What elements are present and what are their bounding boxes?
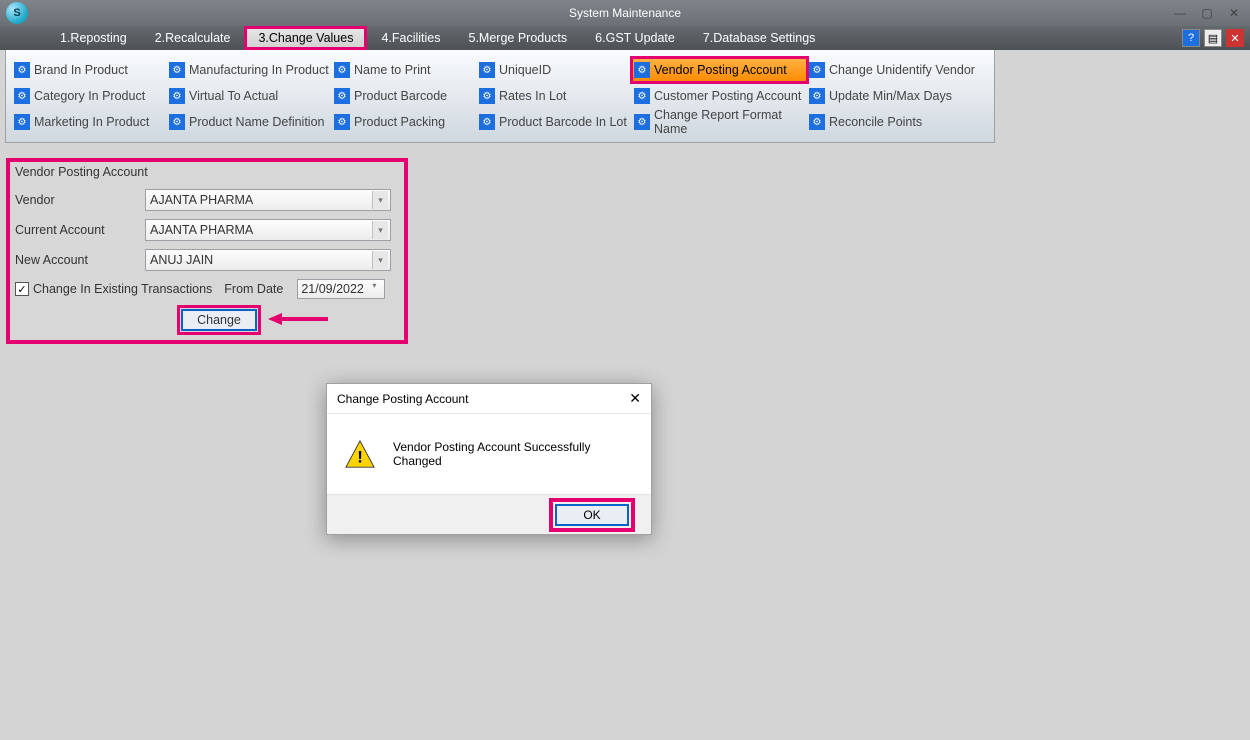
current-account-label: Current Account	[15, 223, 145, 237]
tool-icon: ⚙	[14, 114, 30, 130]
current-account-select[interactable]: AJANTA PHARMA ▾	[145, 219, 391, 241]
tool-icon: ⚙	[479, 114, 495, 130]
new-account-value: ANUJ JAIN	[150, 253, 213, 267]
tool-name-to-print[interactable]: ⚙Name to Print	[332, 58, 477, 82]
menu-reposting[interactable]: 1.Reposting	[46, 26, 141, 50]
vendor-label: Vendor	[15, 193, 145, 207]
warning-icon: !	[345, 440, 375, 468]
change-existing-label: Change In Existing Transactions	[33, 282, 212, 296]
vendor-posting-form: Vendor Posting Account Vendor AJANTA PHA…	[6, 158, 408, 344]
tool-icon: ⚙	[479, 62, 495, 78]
from-date-input[interactable]: 21/09/2022 ▾	[297, 279, 385, 299]
tool-icon: ⚙	[809, 88, 825, 104]
dialog-message: Vendor Posting Account Successfully Chan…	[393, 440, 633, 468]
tool-icon: ⚙	[334, 88, 350, 104]
tool-icon: ⚙	[634, 62, 650, 78]
from-date-value: 21/09/2022	[301, 282, 364, 296]
tool-rates-in-lot[interactable]: ⚙Rates In Lot	[477, 84, 632, 108]
titlebar: S System Maintenance — ▢ ✕	[0, 0, 1250, 26]
chevron-down-icon: ▾	[372, 281, 384, 297]
tool-reconcile-points[interactable]: ⚙Reconcile Points	[807, 110, 992, 134]
from-date-label: From Date	[224, 282, 283, 296]
tool-product-barcode[interactable]: ⚙Product Barcode	[332, 84, 477, 108]
dialog-close-icon[interactable]: ✕	[629, 390, 641, 407]
tool-icon: ⚙	[479, 88, 495, 104]
tool-product-barcode-in-lot[interactable]: ⚙Product Barcode In Lot	[477, 110, 632, 134]
maximize-button[interactable]: ▢	[1195, 3, 1219, 23]
settings-icon[interactable]: ▤	[1204, 29, 1222, 47]
tool-product-name-definition[interactable]: ⚙Product Name Definition	[167, 110, 332, 134]
tool-marketing-in-product[interactable]: ⚙Marketing In Product	[12, 110, 167, 134]
tool-change-unidentify-vendor[interactable]: ⚙Change Unidentify Vendor	[807, 58, 992, 82]
tool-icon: ⚙	[634, 114, 650, 130]
tool-icon: ⚙	[169, 114, 185, 130]
change-values-toolbar: ⚙Brand In Product ⚙Manufacturing In Prod…	[5, 50, 995, 143]
tool-icon: ⚙	[809, 114, 825, 130]
tool-icon: ⚙	[169, 88, 185, 104]
close-button[interactable]: ✕	[1222, 3, 1246, 23]
chevron-down-icon: ▾	[372, 221, 388, 239]
svg-text:!: !	[357, 448, 363, 467]
menu-change-values[interactable]: 3.Change Values	[244, 26, 367, 50]
vendor-select[interactable]: AJANTA PHARMA ▾	[145, 189, 391, 211]
tool-manufacturing-in-product[interactable]: ⚙Manufacturing In Product	[167, 58, 332, 82]
new-account-label: New Account	[15, 253, 145, 267]
window-controls: — ▢ ✕	[1168, 3, 1246, 23]
menu-database-settings[interactable]: 7.Database Settings	[689, 26, 830, 50]
tool-change-report-format-name[interactable]: ⚙Change Report Format Name	[632, 110, 807, 134]
tool-category-in-product[interactable]: ⚙Category In Product	[12, 84, 167, 108]
change-existing-checkbox[interactable]: ✓	[15, 282, 29, 296]
app-icon: S	[6, 2, 28, 24]
tool-update-minmax-days[interactable]: ⚙Update Min/Max Days	[807, 84, 992, 108]
tool-icon: ⚙	[809, 62, 825, 78]
tool-brand-in-product[interactable]: ⚙Brand In Product	[12, 58, 167, 82]
tool-icon: ⚙	[334, 62, 350, 78]
tool-icon: ⚙	[14, 88, 30, 104]
menu-facilities[interactable]: 4.Facilities	[367, 26, 454, 50]
window-title: System Maintenance	[569, 6, 681, 20]
tool-icon: ⚙	[634, 88, 650, 104]
menu-merge-products[interactable]: 5.Merge Products	[455, 26, 582, 50]
dialog-title: Change Posting Account	[337, 392, 468, 406]
tool-product-packing[interactable]: ⚙Product Packing	[332, 110, 477, 134]
vendor-value: AJANTA PHARMA	[150, 193, 253, 207]
menu-recalculate[interactable]: 2.Recalculate	[141, 26, 245, 50]
help-icon[interactable]: ?	[1182, 29, 1200, 47]
exit-icon[interactable]: ✕	[1226, 29, 1244, 47]
callout-arrow-icon	[268, 311, 328, 327]
tool-vendor-posting-account[interactable]: ⚙Vendor Posting Account	[632, 58, 807, 82]
form-title: Vendor Posting Account	[15, 165, 399, 179]
chevron-down-icon: ▾	[372, 251, 388, 269]
tool-icon: ⚙	[334, 114, 350, 130]
tool-virtual-to-actual[interactable]: ⚙Virtual To Actual	[167, 84, 332, 108]
current-account-value: AJANTA PHARMA	[150, 223, 253, 237]
menubar-right-icons: ? ▤ ✕	[1182, 29, 1244, 47]
new-account-select[interactable]: ANUJ JAIN ▾	[145, 249, 391, 271]
minimize-button[interactable]: —	[1168, 3, 1192, 23]
menu-gst-update[interactable]: 6.GST Update	[581, 26, 689, 50]
tool-icon: ⚙	[14, 62, 30, 78]
tool-customer-posting-account[interactable]: ⚙Customer Posting Account	[632, 84, 807, 108]
tool-uniqueid[interactable]: ⚙UniqueID	[477, 58, 632, 82]
change-posting-dialog: Change Posting Account ✕ ! Vendor Postin…	[326, 383, 652, 535]
dialog-ok-button[interactable]: OK	[555, 504, 629, 526]
chevron-down-icon: ▾	[372, 191, 388, 209]
change-button[interactable]: Change	[181, 309, 257, 331]
tool-icon: ⚙	[169, 62, 185, 78]
menubar: 1.Reposting 2.Recalculate 3.Change Value…	[0, 26, 1250, 50]
